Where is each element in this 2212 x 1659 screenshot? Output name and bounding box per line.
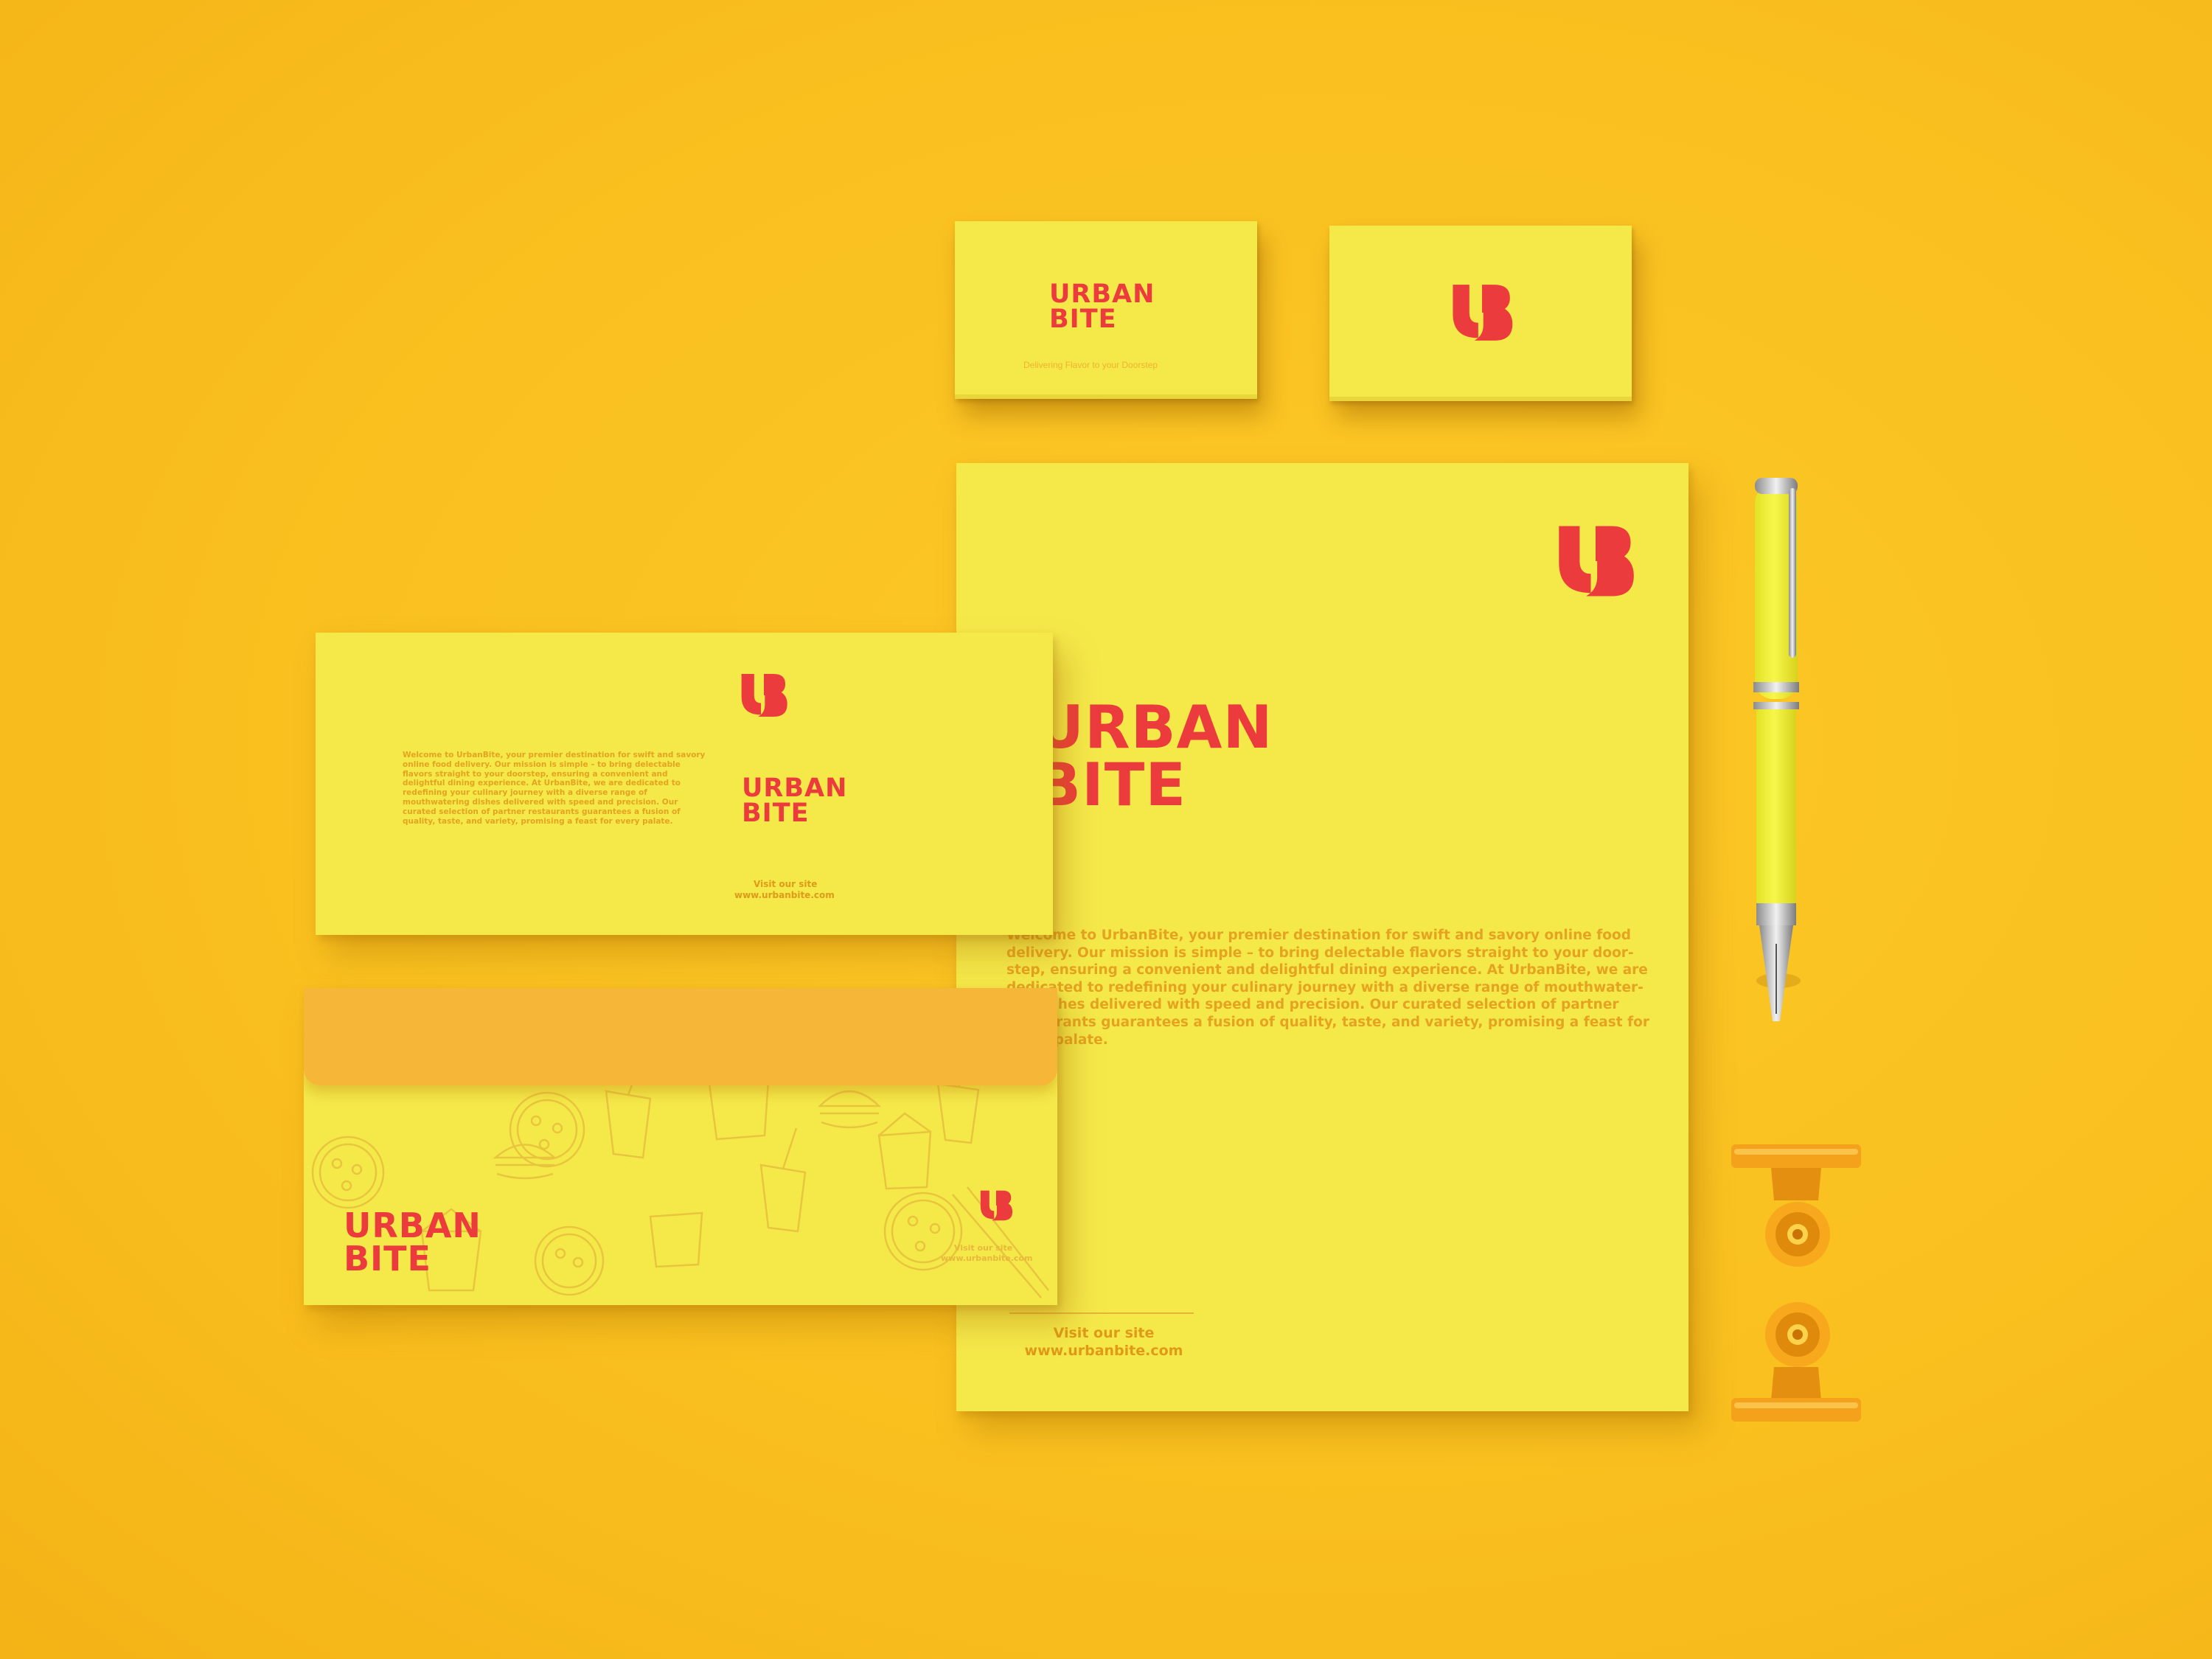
ub-logo-icon xyxy=(1450,281,1514,344)
body-line: ing dishes delivered with speed and prec… xyxy=(1006,997,1619,1013)
card-tagline: Delivering Flavor to your Doorstep xyxy=(1023,360,1158,370)
wordmark-line-1: URBAN xyxy=(344,1206,481,1245)
card-wordmark: URBAN BITE xyxy=(1049,279,1155,335)
wordmark-line-2: BITE xyxy=(344,1239,431,1279)
site-label: Visit our site xyxy=(1053,1325,1155,1341)
letterhead-wordmark: URBAN BITE xyxy=(1036,693,1273,820)
pizza-icon xyxy=(311,1135,385,1209)
site-url: www.urbanbite.com xyxy=(1024,1343,1183,1359)
site-label: Visit our site xyxy=(954,1243,1013,1253)
takeout-box-icon xyxy=(877,1112,932,1190)
site-url: www.urbanbite.com xyxy=(734,890,835,900)
cup-icon xyxy=(759,1127,807,1233)
binder-clip-bottom xyxy=(1731,1302,1861,1422)
site-label: Visit our site xyxy=(754,879,818,889)
binder-clip-top xyxy=(1731,1144,1861,1267)
envelope-site: Visit our site www.urbanbite.com xyxy=(922,1243,1040,1264)
takeout-box-icon xyxy=(649,1211,703,1268)
ub-logo-icon xyxy=(1554,521,1637,601)
letterhead-site: Visit our site www.urbanbite.com xyxy=(1001,1324,1207,1360)
body-line: step, ensuring a convenient and delightf… xyxy=(1006,962,1648,978)
pizza-icon xyxy=(534,1225,605,1296)
ub-logo-icon xyxy=(740,671,788,720)
letterhead-body: Welcome to UrbanBite, your premier desti… xyxy=(1006,927,1649,1048)
fountain-pen xyxy=(1753,478,1801,1021)
burger-icon xyxy=(817,1090,882,1129)
letterhead: URBAN BITE Welcome to UrbanBite, your pr… xyxy=(956,463,1688,1411)
business-card-front: URBAN BITE Delivering Flavor to your Doo… xyxy=(955,221,1257,399)
ub-logo-icon xyxy=(979,1189,1013,1222)
body-line: restaurants guarantees a fusion of quali… xyxy=(1006,1014,1649,1030)
envelope-flap[interactable] xyxy=(304,988,1057,1085)
footer-divider xyxy=(1009,1312,1194,1314)
wordmark-line-2: BITE xyxy=(1049,305,1117,335)
pizza-icon xyxy=(509,1091,585,1168)
slip-body: Welcome to UrbanBite, your premier desti… xyxy=(403,751,706,826)
body-line: Welcome to UrbanBite, your premier desti… xyxy=(1006,928,1631,943)
body-line: delivery. Our mission is simple – to bri… xyxy=(1006,945,1634,961)
wordmark-line-2: BITE xyxy=(1036,751,1186,820)
envelope: URBAN BITE Visit our site www.urbanbite.… xyxy=(304,988,1057,1305)
wordmark-line-1: URBAN xyxy=(742,773,848,803)
body-line: dedicated to redefining your culinary jo… xyxy=(1006,979,1644,995)
wordmark-line-2: BITE xyxy=(742,799,810,829)
wordmark-line-1: URBAN xyxy=(1036,693,1273,762)
slip-wordmark: URBAN BITE xyxy=(742,773,848,829)
stationery-mockup-scene: { "brand": { "line1": "URBAN", "line2": … xyxy=(0,0,2212,1659)
compliment-slip: Welcome to UrbanBite, your premier desti… xyxy=(316,633,1053,935)
slip-site: Visit our site www.urbanbite.com xyxy=(734,879,852,901)
envelope-wordmark: URBAN BITE xyxy=(344,1206,481,1279)
site-url: www.urbanbite.com xyxy=(941,1253,1033,1263)
business-card-back xyxy=(1329,226,1632,401)
body-line: every palate. xyxy=(1006,1032,1108,1048)
wordmark-line-1: URBAN xyxy=(1049,279,1155,309)
